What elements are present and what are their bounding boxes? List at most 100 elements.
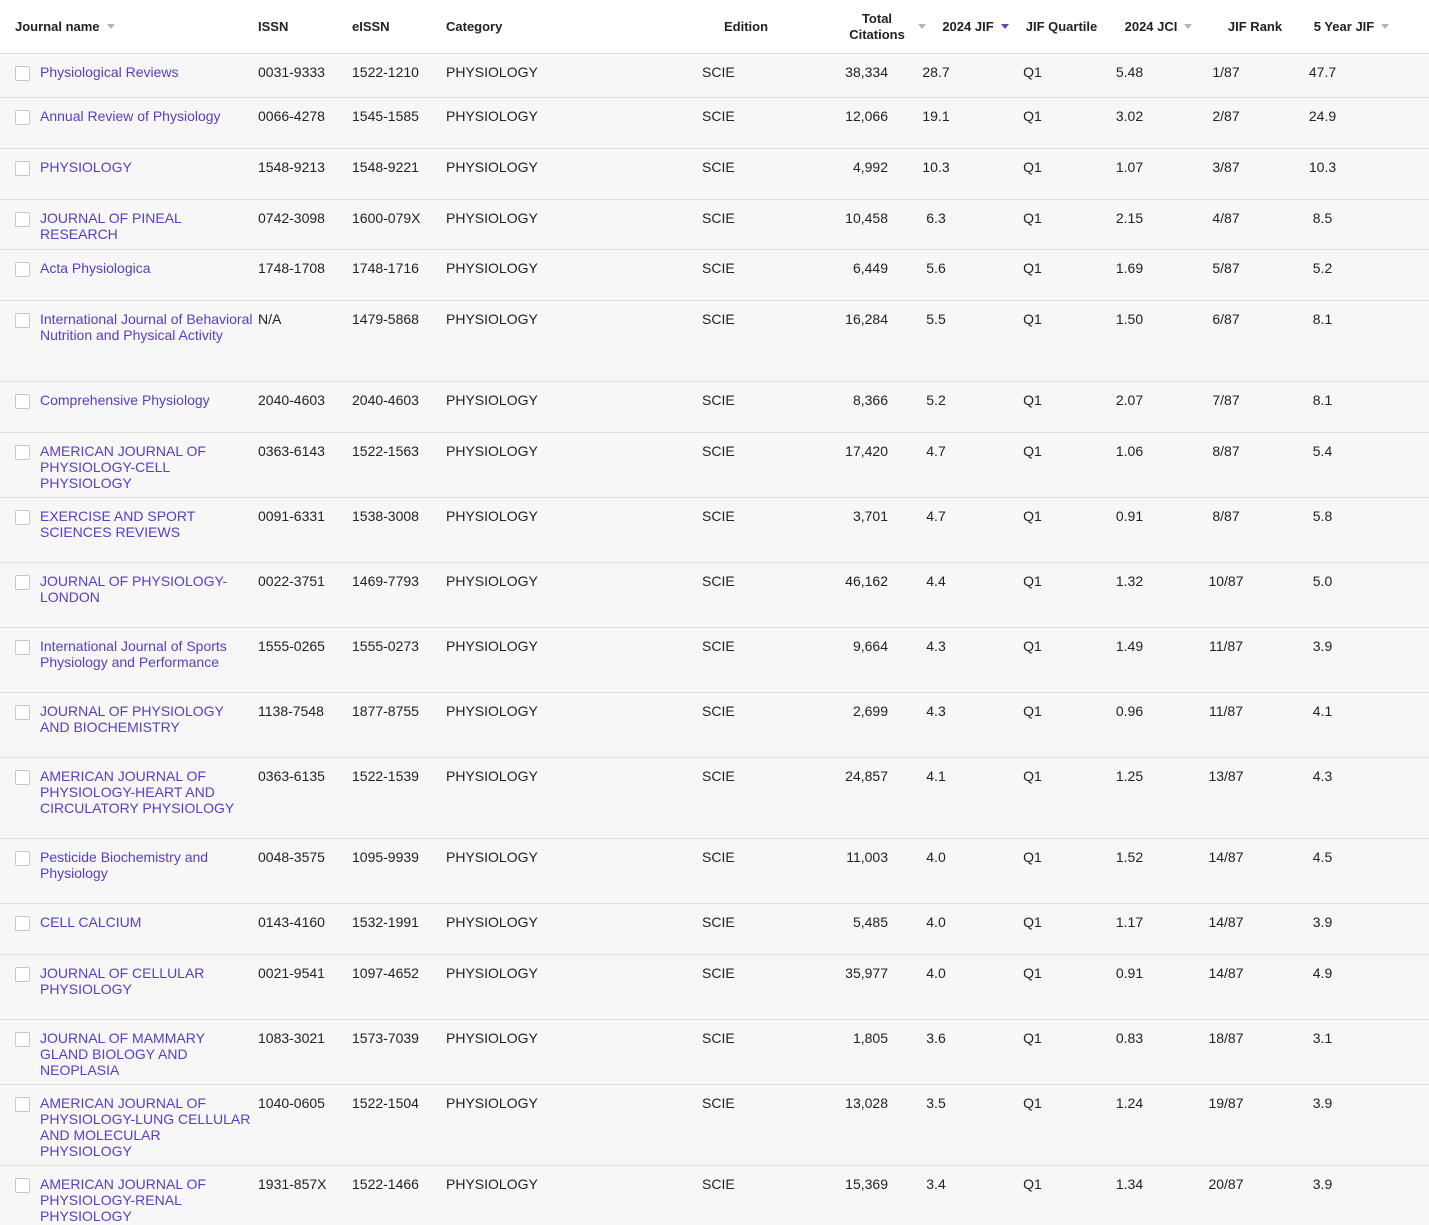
- row-checkbox-cell: [0, 149, 40, 199]
- sort-caret-icon[interactable]: [918, 24, 926, 29]
- row-checkbox[interactable]: [15, 66, 30, 81]
- total-citations-value: 9,664: [852, 638, 888, 654]
- journal-name-link[interactable]: AMERICAN JOURNAL OF PHYSIOLOGY-HEART AND…: [40, 758, 258, 838]
- table-row[interactable]: Physiological Reviews 0031-9333 1522-1210 P…: [0, 54, 1429, 98]
- category-value: PHYSIOLOGY: [446, 392, 538, 408]
- row-checkbox[interactable]: [15, 110, 30, 125]
- table-row[interactable]: Acta Physiologica 1748-1708 1748-1716 PHYSI…: [0, 250, 1429, 301]
- jci-value: 0.91: [1115, 508, 1144, 524]
- sort-caret-icon[interactable]: [1381, 24, 1390, 29]
- table-row[interactable]: Pesticide Biochemistry and Physiology 004…: [0, 839, 1429, 904]
- edition-value: SCIE: [702, 311, 735, 327]
- journal-name-link[interactable]: EXERCISE AND SPORT SCIENCES REVIEWS: [40, 498, 258, 562]
- row-checkbox[interactable]: [15, 1097, 30, 1112]
- row-checkbox-cell: [0, 498, 40, 562]
- quartile-value: Q1: [1023, 392, 1042, 408]
- journal-name-link[interactable]: PHYSIOLOGY: [40, 149, 258, 199]
- jif-value: 10.3: [922, 159, 950, 175]
- journal-name-link[interactable]: International Journal of Sports Physiolo…: [40, 628, 258, 692]
- journal-name-link[interactable]: Comprehensive Physiology: [40, 382, 258, 432]
- journal-name-link[interactable]: JOURNAL OF MAMMARY GLAND BIOLOGY AND NEO…: [40, 1020, 258, 1084]
- col-total-citations[interactable]: Total Citations: [824, 11, 926, 43]
- table-row[interactable]: PHYSIOLOGY 1548-9213 1548-9221 PHYSIOLOGY SC…: [0, 149, 1429, 200]
- jif-value: 4.1: [926, 768, 946, 784]
- journal-name-link[interactable]: CELL CALCIUM: [40, 904, 258, 954]
- table-row[interactable]: Comprehensive Physiology 2040-4603 2040-46…: [0, 382, 1429, 433]
- table-row[interactable]: International Journal of Sports Physiolo…: [0, 628, 1429, 693]
- col-journal-name[interactable]: Journal name: [0, 19, 258, 35]
- row-checkbox[interactable]: [15, 510, 30, 525]
- jci-value: 1.69: [1115, 260, 1144, 276]
- table-row[interactable]: AMERICAN JOURNAL OF PHYSIOLOGY-LUNG CELL…: [0, 1085, 1429, 1166]
- row-checkbox[interactable]: [15, 640, 30, 655]
- row-checkbox[interactable]: [15, 967, 30, 982]
- journal-name-link[interactable]: JOURNAL OF CELLULAR PHYSIOLOGY: [40, 955, 258, 1019]
- sort-caret-icon[interactable]: [106, 24, 115, 29]
- table-row[interactable]: JOURNAL OF CELLULAR PHYSIOLOGY 0021-9541 1…: [0, 955, 1429, 1020]
- journal-name-link[interactable]: Physiological Reviews: [40, 54, 258, 97]
- table-row[interactable]: AMERICAN JOURNAL OF PHYSIOLOGY-RENAL PHY…: [0, 1166, 1429, 1225]
- journal-name-link[interactable]: AMERICAN JOURNAL OF PHYSIOLOGY-RENAL PHY…: [40, 1166, 258, 1225]
- row-checkbox[interactable]: [15, 770, 30, 785]
- journal-name-link[interactable]: Pesticide Biochemistry and Physiology: [40, 839, 258, 903]
- table-row[interactable]: Annual Review of Physiology 0066-4278 1545…: [0, 98, 1429, 149]
- row-checkbox[interactable]: [15, 262, 30, 277]
- row-checkbox[interactable]: [15, 1178, 30, 1193]
- col-category-label: Category: [446, 18, 503, 34]
- category-value: PHYSIOLOGY: [446, 849, 538, 865]
- table-row[interactable]: JOURNAL OF PINEAL RESEARCH 0742-3098 1600-…: [0, 200, 1429, 250]
- row-checkbox-cell: [0, 98, 40, 148]
- col-jci[interactable]: 2024 JCI: [1110, 19, 1207, 35]
- quartile-value: Q1: [1023, 573, 1042, 589]
- journal-name-link[interactable]: International Journal of Behavioral Nutr…: [40, 301, 258, 381]
- issn-value: 0091-6331: [258, 508, 325, 524]
- table-row[interactable]: AMERICAN JOURNAL OF PHYSIOLOGY-HEART AND…: [0, 758, 1429, 839]
- quartile-value: Q1: [1023, 64, 1042, 80]
- eissn-value: 1522-1466: [352, 1176, 419, 1192]
- journal-name-link[interactable]: AMERICAN JOURNAL OF PHYSIOLOGY-CELL PHYS…: [40, 433, 258, 497]
- sort-desc-active-icon[interactable]: [1000, 24, 1009, 29]
- edition-value: SCIE: [702, 965, 735, 981]
- journal-name-link[interactable]: JOURNAL OF PHYSIOLOGY AND BIOCHEMISTRY: [40, 693, 258, 757]
- table-row[interactable]: JOURNAL OF MAMMARY GLAND BIOLOGY AND NEO…: [0, 1020, 1429, 1085]
- table-row[interactable]: International Journal of Behavioral Nutr…: [0, 301, 1429, 382]
- row-checkbox[interactable]: [15, 1032, 30, 1047]
- jif-value: 5.5: [926, 311, 946, 327]
- col-jif[interactable]: 2024 JIF: [926, 19, 1013, 35]
- row-checkbox[interactable]: [15, 916, 30, 931]
- jci-value: 1.49: [1115, 638, 1144, 654]
- table-body: Physiological Reviews 0031-9333 1522-1210 P…: [0, 54, 1429, 1225]
- rank-value: 3/87: [1212, 159, 1240, 175]
- table-row[interactable]: JOURNAL OF PHYSIOLOGY-LONDON 0022-3751 146…: [0, 563, 1429, 628]
- row-checkbox-cell: [0, 433, 40, 497]
- row-checkbox[interactable]: [15, 851, 30, 866]
- total-citations-value: 16,284: [845, 311, 888, 327]
- row-checkbox-cell: [0, 382, 40, 432]
- table-row[interactable]: AMERICAN JOURNAL OF PHYSIOLOGY-CELL PHYS…: [0, 433, 1429, 498]
- journal-name-link[interactable]: JOURNAL OF PHYSIOLOGY-LONDON: [40, 563, 258, 627]
- row-checkbox[interactable]: [15, 575, 30, 590]
- row-checkbox[interactable]: [15, 212, 30, 227]
- rank-value: 4/87: [1212, 210, 1240, 226]
- eissn-value: 1545-1585: [352, 108, 419, 124]
- journal-name-link[interactable]: Acta Physiologica: [40, 250, 258, 300]
- quartile-value: Q1: [1023, 108, 1042, 124]
- jif-value: 5.2: [926, 392, 946, 408]
- sort-caret-icon[interactable]: [1184, 24, 1193, 29]
- table-row[interactable]: CELL CALCIUM 0143-4160 1532-1991 PHYSIOLOGY…: [0, 904, 1429, 955]
- journal-name-link[interactable]: AMERICAN JOURNAL OF PHYSIOLOGY-LUNG CELL…: [40, 1085, 258, 1165]
- row-checkbox[interactable]: [15, 394, 30, 409]
- table-row[interactable]: JOURNAL OF PHYSIOLOGY AND BIOCHEMISTRY 11…: [0, 693, 1429, 758]
- edition-value: SCIE: [702, 1095, 735, 1111]
- col-five-year-jif[interactable]: 5 Year JIF: [1303, 19, 1400, 35]
- row-checkbox[interactable]: [15, 313, 30, 328]
- row-checkbox[interactable]: [15, 705, 30, 720]
- edition-value: SCIE: [702, 210, 735, 226]
- table-row[interactable]: EXERCISE AND SPORT SCIENCES REVIEWS 0091-…: [0, 498, 1429, 563]
- row-checkbox-cell: [0, 955, 40, 1019]
- eissn-value: 1469-7793: [352, 573, 419, 589]
- row-checkbox[interactable]: [15, 445, 30, 460]
- journal-name-link[interactable]: JOURNAL OF PINEAL RESEARCH: [40, 200, 258, 249]
- row-checkbox[interactable]: [15, 161, 30, 176]
- journal-name-link[interactable]: Annual Review of Physiology: [40, 98, 258, 148]
